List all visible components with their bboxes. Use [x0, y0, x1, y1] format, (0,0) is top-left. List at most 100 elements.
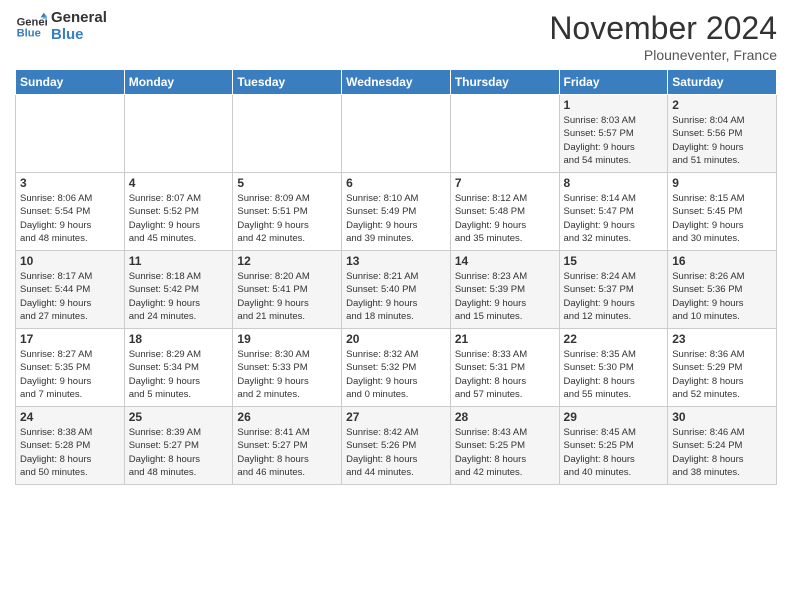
- col-header-friday: Friday: [559, 70, 668, 95]
- day-number: 26: [237, 410, 337, 424]
- day-cell: 7 Sunrise: 8:12 AM Sunset: 5:48 PM Daylig…: [450, 173, 559, 251]
- day-cell: 18 Sunrise: 8:29 AM Sunset: 5:34 PM Dayli…: [124, 329, 233, 407]
- day-cell: 27 Sunrise: 8:42 AM Sunset: 5:26 PM Dayli…: [342, 407, 451, 485]
- day-number: 30: [672, 410, 772, 424]
- day-info: Sunrise: 8:38 AM Sunset: 5:28 PM Dayligh…: [20, 426, 120, 479]
- day-info: Sunrise: 8:03 AM Sunset: 5:57 PM Dayligh…: [564, 114, 664, 167]
- day-cell: [450, 95, 559, 173]
- day-cell: 23 Sunrise: 8:36 AM Sunset: 5:29 PM Dayli…: [668, 329, 777, 407]
- col-header-thursday: Thursday: [450, 70, 559, 95]
- day-info: Sunrise: 8:39 AM Sunset: 5:27 PM Dayligh…: [129, 426, 229, 479]
- day-info: Sunrise: 8:09 AM Sunset: 5:51 PM Dayligh…: [237, 192, 337, 245]
- logo-line1: General: [51, 10, 107, 27]
- day-number: 18: [129, 332, 229, 346]
- col-header-tuesday: Tuesday: [233, 70, 342, 95]
- day-cell: 2 Sunrise: 8:04 AM Sunset: 5:56 PM Daylig…: [668, 95, 777, 173]
- day-number: 29: [564, 410, 664, 424]
- logo-icon: General Blue: [15, 11, 47, 43]
- day-number: 25: [129, 410, 229, 424]
- location: Plouneventer, France: [549, 47, 777, 63]
- day-info: Sunrise: 8:23 AM Sunset: 5:39 PM Dayligh…: [455, 270, 555, 323]
- day-info: Sunrise: 8:41 AM Sunset: 5:27 PM Dayligh…: [237, 426, 337, 479]
- header-row: SundayMondayTuesdayWednesdayThursdayFrid…: [16, 70, 777, 95]
- day-info: Sunrise: 8:29 AM Sunset: 5:34 PM Dayligh…: [129, 348, 229, 401]
- day-number: 23: [672, 332, 772, 346]
- day-cell: 29Sunrise: 8:45 AM Sunset: 5:25 PM Dayli…: [559, 407, 668, 485]
- day-info: Sunrise: 8:04 AM Sunset: 5:56 PM Dayligh…: [672, 114, 772, 167]
- day-info: Sunrise: 8:07 AM Sunset: 5:52 PM Dayligh…: [129, 192, 229, 245]
- day-number: 28: [455, 410, 555, 424]
- day-info: Sunrise: 8:17 AM Sunset: 5:44 PM Dayligh…: [20, 270, 120, 323]
- day-cell: 16Sunrise: 8:26 AM Sunset: 5:36 PM Dayli…: [668, 251, 777, 329]
- day-cell: 4 Sunrise: 8:07 AM Sunset: 5:52 PM Daylig…: [124, 173, 233, 251]
- logo-line2: Blue: [51, 27, 107, 44]
- col-header-wednesday: Wednesday: [342, 70, 451, 95]
- col-header-sunday: Sunday: [16, 70, 125, 95]
- day-cell: 6 Sunrise: 8:10 AM Sunset: 5:49 PM Daylig…: [342, 173, 451, 251]
- day-number: 7: [455, 176, 555, 190]
- day-number: 14: [455, 254, 555, 268]
- col-header-monday: Monday: [124, 70, 233, 95]
- day-number: 6: [346, 176, 446, 190]
- day-cell: 12 Sunrise: 8:20 AM Sunset: 5:41 PM Dayli…: [233, 251, 342, 329]
- day-number: 15: [564, 254, 664, 268]
- day-number: 21: [455, 332, 555, 346]
- day-info: Sunrise: 8:42 AM Sunset: 5:26 PM Dayligh…: [346, 426, 446, 479]
- day-number: 4: [129, 176, 229, 190]
- day-info: Sunrise: 8:12 AM Sunset: 5:48 PM Dayligh…: [455, 192, 555, 245]
- day-cell: 9Sunrise: 8:15 AM Sunset: 5:45 PM Daylig…: [668, 173, 777, 251]
- week-row-3: 17Sunrise: 8:27 AM Sunset: 5:35 PM Dayli…: [16, 329, 777, 407]
- day-info: Sunrise: 8:26 AM Sunset: 5:36 PM Dayligh…: [672, 270, 772, 323]
- day-cell: 28Sunrise: 8:43 AM Sunset: 5:25 PM Dayli…: [450, 407, 559, 485]
- day-cell: [233, 95, 342, 173]
- day-number: 10: [20, 254, 120, 268]
- day-info: Sunrise: 8:24 AM Sunset: 5:37 PM Dayligh…: [564, 270, 664, 323]
- day-info: Sunrise: 8:21 AM Sunset: 5:40 PM Dayligh…: [346, 270, 446, 323]
- svg-text:Blue: Blue: [17, 27, 41, 39]
- day-number: 19: [237, 332, 337, 346]
- week-row-0: 1 Sunrise: 8:03 AM Sunset: 5:57 PM Daylig…: [16, 95, 777, 173]
- day-info: Sunrise: 8:33 AM Sunset: 5:31 PM Dayligh…: [455, 348, 555, 401]
- day-cell: 15 Sunrise: 8:24 AM Sunset: 5:37 PM Dayli…: [559, 251, 668, 329]
- title-block: November 2024 Plouneventer, France: [549, 10, 777, 63]
- day-number: 11: [129, 254, 229, 268]
- page: General Blue General Blue November 2024 …: [0, 0, 792, 495]
- day-cell: 11Sunrise: 8:18 AM Sunset: 5:42 PM Dayli…: [124, 251, 233, 329]
- day-number: 22: [564, 332, 664, 346]
- day-cell: 5 Sunrise: 8:09 AM Sunset: 5:51 PM Daylig…: [233, 173, 342, 251]
- day-number: 1: [564, 98, 664, 112]
- week-row-1: 3Sunrise: 8:06 AM Sunset: 5:54 PM Daylig…: [16, 173, 777, 251]
- day-cell: 17Sunrise: 8:27 AM Sunset: 5:35 PM Dayli…: [16, 329, 125, 407]
- day-cell: 30 Sunrise: 8:46 AM Sunset: 5:24 PM Dayli…: [668, 407, 777, 485]
- logo: General Blue General Blue: [15, 10, 107, 43]
- day-info: Sunrise: 8:20 AM Sunset: 5:41 PM Dayligh…: [237, 270, 337, 323]
- day-cell: 10 Sunrise: 8:17 AM Sunset: 5:44 PM Dayli…: [16, 251, 125, 329]
- day-number: 12: [237, 254, 337, 268]
- week-row-2: 10 Sunrise: 8:17 AM Sunset: 5:44 PM Dayli…: [16, 251, 777, 329]
- day-info: Sunrise: 8:15 AM Sunset: 5:45 PM Dayligh…: [672, 192, 772, 245]
- day-cell: [124, 95, 233, 173]
- day-cell: 13Sunrise: 8:21 AM Sunset: 5:40 PM Dayli…: [342, 251, 451, 329]
- calendar-table: SundayMondayTuesdayWednesdayThursdayFrid…: [15, 69, 777, 485]
- day-cell: 24 Sunrise: 8:38 AM Sunset: 5:28 PM Dayli…: [16, 407, 125, 485]
- day-number: 5: [237, 176, 337, 190]
- day-number: 24: [20, 410, 120, 424]
- day-info: Sunrise: 8:35 AM Sunset: 5:30 PM Dayligh…: [564, 348, 664, 401]
- day-cell: [16, 95, 125, 173]
- day-info: Sunrise: 8:06 AM Sunset: 5:54 PM Dayligh…: [20, 192, 120, 245]
- day-number: 17: [20, 332, 120, 346]
- day-cell: 22 Sunrise: 8:35 AM Sunset: 5:30 PM Dayli…: [559, 329, 668, 407]
- day-info: Sunrise: 8:46 AM Sunset: 5:24 PM Dayligh…: [672, 426, 772, 479]
- day-info: Sunrise: 8:10 AM Sunset: 5:49 PM Dayligh…: [346, 192, 446, 245]
- day-info: Sunrise: 8:36 AM Sunset: 5:29 PM Dayligh…: [672, 348, 772, 401]
- day-number: 27: [346, 410, 446, 424]
- day-cell: 14 Sunrise: 8:23 AM Sunset: 5:39 PM Dayli…: [450, 251, 559, 329]
- day-number: 8: [564, 176, 664, 190]
- day-cell: 3Sunrise: 8:06 AM Sunset: 5:54 PM Daylig…: [16, 173, 125, 251]
- month-title: November 2024: [549, 10, 777, 47]
- day-cell: 8Sunrise: 8:14 AM Sunset: 5:47 PM Daylig…: [559, 173, 668, 251]
- day-cell: 26 Sunrise: 8:41 AM Sunset: 5:27 PM Dayli…: [233, 407, 342, 485]
- day-number: 2: [672, 98, 772, 112]
- day-number: 20: [346, 332, 446, 346]
- day-info: Sunrise: 8:30 AM Sunset: 5:33 PM Dayligh…: [237, 348, 337, 401]
